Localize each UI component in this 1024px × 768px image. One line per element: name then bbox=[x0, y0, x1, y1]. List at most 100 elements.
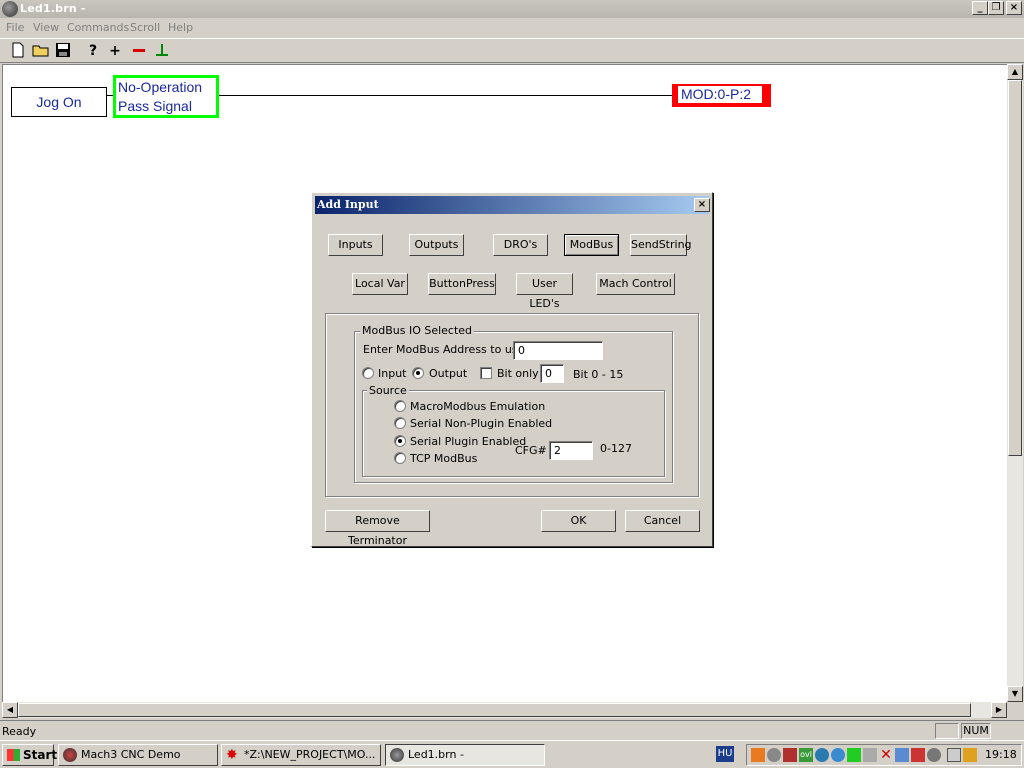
tray-grid-icon[interactable] bbox=[847, 748, 861, 762]
source-group-title: Source bbox=[367, 384, 409, 397]
source-serial-plugin-label: Serial Plugin Enabled bbox=[410, 435, 527, 448]
tray-pen-icon[interactable] bbox=[963, 748, 977, 762]
cfg-range-label: 0-127 bbox=[600, 442, 632, 455]
bit-input[interactable]: 0 bbox=[540, 364, 564, 383]
output-radio-label: Output bbox=[429, 367, 468, 380]
task-led1[interactable]: Led1.brn - bbox=[385, 744, 545, 766]
open-folder-icon[interactable] bbox=[31, 42, 51, 60]
source-tcp-modbus-radio[interactable] bbox=[394, 452, 406, 464]
tray-disk-icon[interactable] bbox=[927, 748, 941, 762]
tray-network-icon[interactable] bbox=[783, 748, 797, 762]
tray-app-icon[interactable] bbox=[751, 748, 765, 762]
menu-commands[interactable]: Commands bbox=[67, 21, 129, 34]
add-input-dialog: Add Input × Inputs Outputs DRO's ModBus … bbox=[311, 192, 713, 547]
tray-sound-icon[interactable] bbox=[911, 748, 925, 762]
dialog-close-icon[interactable]: × bbox=[694, 198, 710, 212]
input-radio[interactable] bbox=[362, 367, 374, 379]
start-label: Start bbox=[23, 748, 58, 762]
tab-modbus[interactable]: ModBus bbox=[564, 234, 619, 256]
status-bar: Ready NUM bbox=[0, 720, 1024, 740]
tab-local-var[interactable]: Local Var bbox=[352, 273, 408, 295]
windows-logo-icon bbox=[7, 749, 20, 761]
tray-status-icon[interactable] bbox=[831, 748, 845, 762]
task-project[interactable]: ✸ *Z:\NEW_PROJECT\MO... bbox=[221, 744, 381, 766]
scroll-right-icon[interactable]: ▶ bbox=[991, 702, 1007, 718]
remove-icon[interactable] bbox=[129, 42, 149, 60]
tab-buttonpress[interactable]: ButtonPress bbox=[428, 273, 496, 295]
dialog-title-bar[interactable]: Add Input × bbox=[315, 196, 710, 214]
tray-ovl-icon[interactable]: ovl bbox=[799, 748, 813, 762]
bit-only-checkbox[interactable] bbox=[480, 367, 492, 379]
modbus-io-group-title: ModBus IO Selected bbox=[360, 324, 475, 337]
scroll-left-icon[interactable]: ◀ bbox=[2, 702, 18, 718]
tab-user-leds[interactable]: User LED's bbox=[516, 273, 573, 310]
tray-window-icon[interactable] bbox=[947, 748, 961, 762]
bit-only-label: Bit only bbox=[497, 367, 539, 380]
cancel-button[interactable]: Cancel bbox=[625, 510, 700, 532]
tray-monitor-icon[interactable] bbox=[863, 748, 877, 762]
clock[interactable]: 19:18 bbox=[985, 748, 1017, 761]
source-serial-plugin-radio[interactable] bbox=[394, 435, 406, 447]
start-button[interactable]: Start bbox=[2, 744, 58, 766]
status-text: Ready bbox=[2, 725, 37, 738]
maximize-button[interactable]: ❐ bbox=[988, 1, 1004, 15]
task-project-label: *Z:\NEW_PROJECT\MO... bbox=[244, 748, 376, 761]
minimize-button[interactable]: _ bbox=[972, 1, 988, 15]
toolbar: ? + bbox=[0, 38, 1024, 63]
dialog-title: Add Input bbox=[317, 198, 379, 211]
status-cell-empty bbox=[935, 723, 959, 739]
menu-file[interactable]: File bbox=[6, 21, 24, 34]
menu-view[interactable]: View bbox=[33, 21, 59, 34]
save-icon[interactable] bbox=[53, 42, 73, 60]
system-tray: ovl ✕ 19:18 bbox=[746, 744, 1022, 766]
mach3-icon bbox=[63, 748, 77, 762]
cfg-input[interactable]: 2 bbox=[549, 441, 593, 460]
window-title: Led1.brn - bbox=[20, 2, 86, 15]
tab-sendstring[interactable]: SendString bbox=[630, 234, 692, 256]
address-input[interactable]: 0 bbox=[513, 341, 603, 360]
source-serial-nonplugin-radio[interactable] bbox=[394, 417, 406, 429]
source-macromodbus-radio[interactable] bbox=[394, 400, 406, 412]
tab-dros[interactable]: DRO's bbox=[493, 234, 548, 256]
input-radio-label: Input bbox=[378, 367, 407, 380]
close-button[interactable]: × bbox=[1006, 1, 1022, 15]
menu-help[interactable]: Help bbox=[168, 21, 193, 34]
tray-close-icon[interactable]: ✕ bbox=[879, 748, 893, 762]
source-serial-nonplugin-label: Serial Non-Plugin Enabled bbox=[410, 417, 553, 430]
taskbar: Start Mach3 CNC Demo ✸ *Z:\NEW_PROJECT\M… bbox=[0, 740, 1024, 768]
tray-tools-icon[interactable] bbox=[895, 748, 909, 762]
burst-icon: ✸ bbox=[226, 747, 238, 763]
scroll-down-icon[interactable]: ▼ bbox=[1007, 686, 1023, 702]
help-icon[interactable]: ? bbox=[83, 42, 103, 60]
menu-bar: File View Commands Scroll Help bbox=[0, 18, 1024, 38]
task-mach3-label: Mach3 CNC Demo bbox=[81, 748, 181, 761]
tab-inputs[interactable]: Inputs bbox=[328, 234, 383, 256]
vertical-scroll-thumb[interactable] bbox=[1008, 80, 1022, 456]
task-mach3[interactable]: Mach3 CNC Demo bbox=[58, 744, 218, 766]
tab-mach-control[interactable]: Mach Control bbox=[596, 273, 675, 295]
output-mod-cell[interactable]: MOD:0-P:2 bbox=[672, 84, 771, 107]
ok-button[interactable]: OK bbox=[541, 510, 616, 532]
language-indicator[interactable]: HU bbox=[716, 746, 734, 762]
new-file-icon[interactable] bbox=[8, 42, 28, 60]
output-mod-label: MOD:0-P:2 bbox=[678, 86, 762, 103]
source-tcp-modbus-label: TCP ModBus bbox=[410, 452, 478, 465]
output-radio[interactable] bbox=[412, 367, 424, 379]
horizontal-scroll-thumb[interactable] bbox=[18, 703, 971, 717]
menu-scroll[interactable]: Scroll bbox=[130, 21, 160, 34]
task-led1-label: Led1.brn - bbox=[408, 748, 464, 761]
app-icon[interactable] bbox=[2, 1, 18, 17]
tab-outputs[interactable]: Outputs bbox=[409, 234, 464, 256]
terminator-icon[interactable] bbox=[152, 42, 172, 60]
tray-webcam-icon[interactable] bbox=[767, 748, 781, 762]
scroll-up-icon[interactable]: ▲ bbox=[1007, 64, 1023, 80]
remove-terminator-button[interactable]: Remove Terminator bbox=[325, 510, 430, 547]
status-num: NUM bbox=[961, 723, 991, 739]
tray-globe-icon[interactable] bbox=[815, 748, 829, 762]
address-label: Enter ModBus Address to use bbox=[363, 343, 525, 356]
op-line-2: Pass Signal bbox=[118, 98, 192, 114]
input-jog-on[interactable]: Jog On bbox=[11, 87, 107, 117]
op-line-1: No-Operation bbox=[118, 79, 203, 95]
no-operation-cell[interactable]: No-Operation Pass Signal bbox=[113, 75, 219, 118]
add-icon[interactable]: + bbox=[105, 42, 125, 60]
